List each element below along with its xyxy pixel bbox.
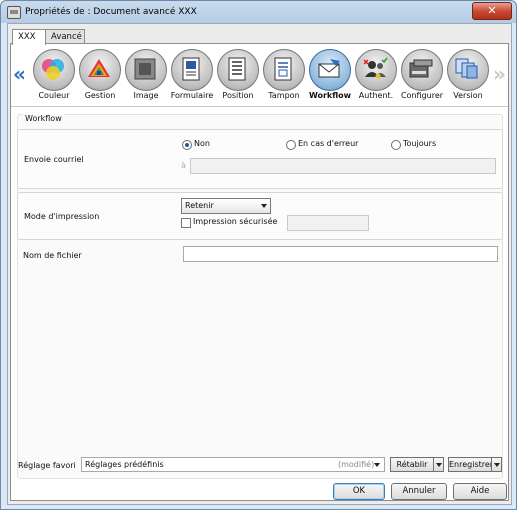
email-label: Envoie courriel — [24, 155, 84, 164]
printer-icon — [7, 6, 21, 19]
version-icon — [455, 58, 478, 79]
tab-panel: « Couleur Gestion Image Formulaire Posit… — [10, 43, 509, 501]
email-option-always-radio[interactable] — [391, 140, 401, 150]
favorite-select[interactable]: Réglages prédéfinis (modifié) — [81, 457, 385, 472]
favorite-modified: (modifié) — [338, 460, 375, 469]
tab-avance[interactable]: Avancé — [45, 29, 85, 44]
chevron-down-icon — [374, 463, 380, 467]
configure-icon — [409, 59, 433, 78]
reset-button[interactable]: Rétablir — [390, 457, 434, 472]
email-option-non-radio[interactable] — [182, 140, 192, 150]
ok-button[interactable]: OK — [333, 483, 385, 500]
email-option-non-label: Non — [194, 139, 210, 148]
favorite-value: Réglages prédéfinis — [85, 460, 164, 469]
secure-print-field[interactable] — [287, 215, 369, 231]
tab-xxx[interactable]: XXX — [12, 29, 46, 45]
email-to-label: à — [181, 161, 186, 170]
cancel-button[interactable]: Annuler — [391, 483, 447, 500]
chevron-down-icon — [261, 204, 267, 208]
toolbar-label: Version — [453, 91, 483, 100]
save-dropdown-button[interactable] — [491, 457, 502, 472]
favorite-dropdown[interactable] — [373, 458, 383, 470]
secure-print-checkbox[interactable] — [181, 218, 191, 228]
print-mode-value: Retenir — [185, 201, 214, 210]
close-button[interactable]: ✕ — [472, 2, 512, 20]
position-icon — [228, 57, 246, 81]
window-title: Propriétés de : Document avancé XXX — [25, 7, 197, 17]
section-title: Workflow — [23, 114, 64, 123]
email-option-always-label: Toujours — [403, 139, 437, 148]
print-mode-label: Mode d'impression — [24, 212, 100, 221]
secure-print-label: Impression sécurisée — [193, 217, 278, 226]
help-button[interactable]: Aide — [453, 483, 507, 500]
image-icon — [134, 58, 156, 80]
color-icon — [42, 59, 64, 80]
form-icon — [182, 57, 200, 81]
filename-field[interactable] — [183, 246, 498, 262]
print-mode-select[interactable]: Retenir — [181, 198, 271, 214]
email-option-on-error-radio[interactable] — [286, 140, 296, 150]
email-option-on-error-label: En cas d'erreur — [298, 139, 359, 148]
print-mode-group: Mode d'impression Retenir Impression séc… — [17, 192, 503, 240]
email-to-field[interactable] — [190, 158, 496, 174]
authentication-icon — [363, 57, 388, 79]
reset-dropdown-button[interactable] — [433, 457, 444, 472]
management-icon — [88, 59, 110, 77]
scroll-right-arrow-icon[interactable]: » — [493, 62, 506, 86]
stamp-icon — [274, 57, 292, 81]
filename-label: Nom de fichier — [23, 251, 82, 260]
favorite-label: Réglage favori — [18, 461, 76, 470]
email-group: Envoie courriel Non En cas d'erreur Touj… — [17, 129, 503, 189]
toolbar-item-version[interactable]: Version — [445, 49, 491, 105]
toolbar-divider — [11, 106, 508, 107]
workflow-icon — [318, 59, 340, 78]
dialog-client: XXX Avancé « Couleur Gestion Image Formu… — [7, 23, 512, 505]
title-bar: Propriétés de : Document avancé XXX ✕ — [1, 1, 516, 23]
save-button[interactable]: Enregistrer — [448, 457, 493, 472]
properties-window: Propriétés de : Document avancé XXX ✕ XX… — [0, 0, 517, 510]
category-toolbar: « Couleur Gestion Image Formulaire Posit… — [11, 44, 508, 106]
scroll-left-arrow-icon[interactable]: « — [13, 62, 26, 86]
